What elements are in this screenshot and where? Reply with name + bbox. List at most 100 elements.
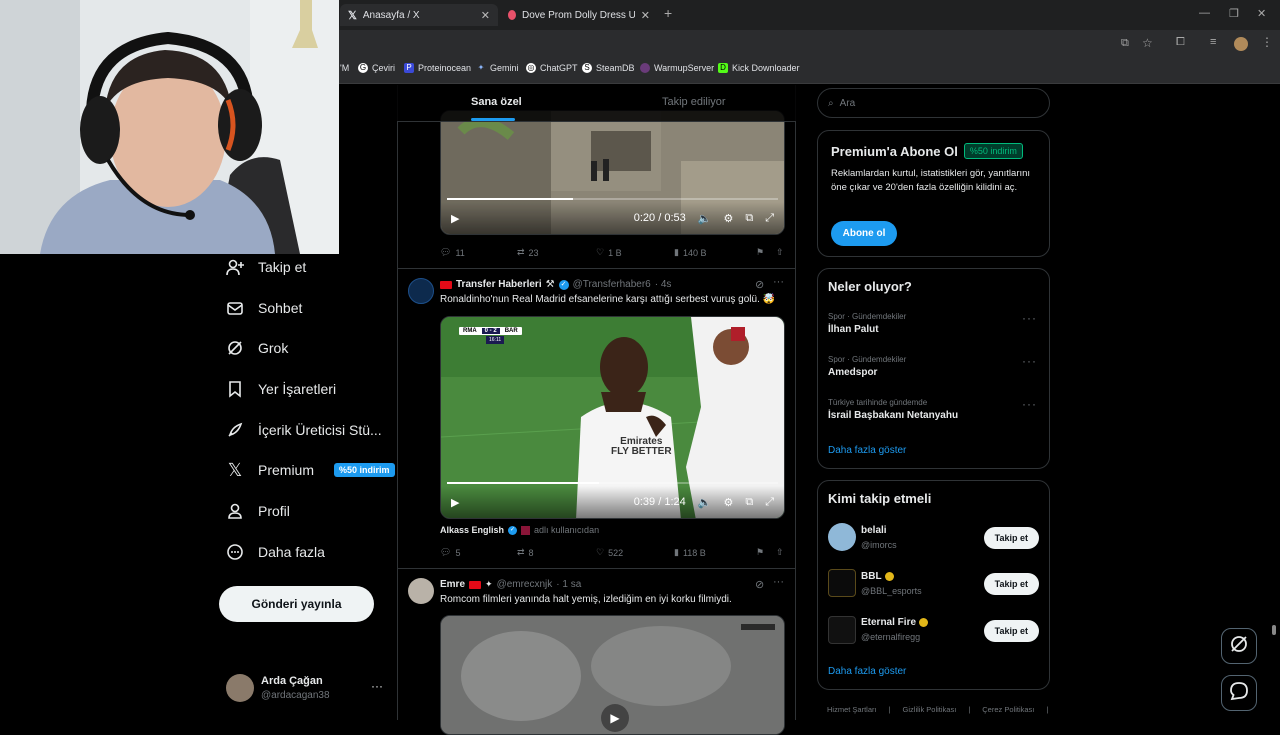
post-video[interactable]: RMA 0 - 2 BAR 16:11 Emirates FLY BETTER … — [440, 316, 785, 519]
restore-icon[interactable]: ❐ — [1229, 7, 1239, 20]
video-progress[interactable] — [447, 198, 778, 200]
video-progress[interactable] — [447, 482, 778, 484]
views-button[interactable]: ▮ 140 B — [674, 247, 756, 258]
reply-button[interactable]: 💬︎ 11 — [440, 247, 517, 258]
bookmark-item[interactable]: ◎ ChatGPT — [526, 63, 578, 73]
post-button[interactable]: Gönderi yayınla — [219, 586, 374, 622]
author-handle[interactable]: @Transferhaber6 — [573, 279, 651, 290]
settings-icon[interactable]: ⚙ — [723, 496, 733, 509]
more-dots-icon[interactable]: ··· — [1022, 311, 1037, 325]
close-window-icon[interactable]: ✕ — [1257, 7, 1266, 20]
nav-bookmarks[interactable]: Yer İşaretleri — [226, 380, 336, 398]
bookmark-item[interactable]: G Çeviri — [358, 63, 395, 73]
more-dots-icon[interactable]: ··· — [1022, 354, 1037, 368]
share-icon[interactable]: ⇧ — [776, 247, 784, 258]
bookmark-icon[interactable]: ⚑ — [756, 247, 776, 258]
bookmark-item[interactable]: P Proteinocean — [404, 63, 471, 73]
install-app-icon[interactable]: ⧉ — [1121, 37, 1129, 50]
avatar[interactable] — [408, 278, 434, 304]
fullscreen-icon[interactable]: ⤢ — [765, 496, 774, 509]
pip-icon[interactable]: ⧉ — [745, 212, 753, 225]
more-dots-icon[interactable]: ··· — [773, 576, 784, 588]
views-button[interactable]: ▮ 118 B — [674, 547, 756, 558]
trends-title: Neler oluyor? — [828, 279, 912, 294]
nav-more[interactable]: Daha fazla — [226, 543, 325, 561]
nav-chat[interactable]: Sohbet — [226, 299, 302, 317]
trend-item[interactable]: Spor · Gündemdekiler Amedspor — [828, 355, 1041, 378]
reading-list-icon[interactable]: ≡ — [1210, 36, 1216, 48]
browser-tab-x[interactable]: 𝕏 Anasayfa / X ✕ — [340, 4, 498, 26]
repost-button[interactable]: ⇄ 8 — [517, 547, 596, 558]
close-tab-icon[interactable]: ✕ — [481, 9, 490, 22]
grok-fab[interactable] — [1221, 628, 1257, 664]
extensions-icon[interactable]: ⧠ — [1176, 36, 1185, 49]
play-icon[interactable]: ▶ — [601, 704, 629, 732]
bookmark-item[interactable]: 'M — [340, 63, 349, 73]
repost-button[interactable]: ⇄ 23 — [517, 247, 596, 258]
post-video[interactable]: ▶ 0:20 / 0:53 🔈 ⚙ ⧉ ⤢ — [440, 110, 785, 235]
tab-following[interactable]: Takip ediliyor — [662, 96, 726, 108]
bookmark-item[interactable]: S SteamDB — [582, 63, 635, 73]
bookmark-item[interactable]: ✦ Gemini — [476, 63, 519, 73]
nav-premium[interactable]: 𝕏 Premium %50 indirim — [226, 460, 395, 480]
bookmark-icon[interactable]: ⚑ — [756, 547, 776, 558]
trend-item[interactable]: Türkiye tarihinde gündemde İsrail Başbak… — [828, 398, 1041, 421]
nav-follow[interactable]: Takip et — [226, 258, 306, 276]
play-icon[interactable]: ▶ — [451, 212, 459, 225]
share-icon[interactable]: ⇧ — [776, 547, 784, 558]
trend-item[interactable]: Spor · Gündemdekiler İlhan Palut — [828, 312, 1041, 335]
suggested-account[interactable]: belali @imorcs — [861, 525, 897, 550]
star-icon[interactable]: ☆ — [1142, 36, 1153, 50]
author-handle[interactable]: @emrecxnjk — [497, 579, 553, 590]
footer-link[interactable]: Hizmet Şartları — [827, 705, 877, 714]
post-video[interactable]: ▶ — [440, 615, 785, 735]
nav-profile[interactable]: Profil — [226, 502, 290, 520]
trends-show-more[interactable]: Daha fazla göster — [828, 445, 906, 456]
scrollbar-thumb[interactable] — [1272, 625, 1276, 635]
minimize-icon[interactable]: — — [1199, 7, 1210, 19]
close-tab-icon[interactable]: ✕ — [641, 9, 650, 22]
browser-tab-game[interactable]: Dove Prom Dolly Dress Up - Oy ✕ — [500, 4, 658, 26]
fullscreen-icon[interactable]: ⤢ — [765, 212, 774, 225]
more-dots-icon[interactable]: ··· — [371, 679, 383, 693]
nav-creator-studio[interactable]: İçerik Üreticisi Stü... — [226, 421, 382, 439]
search-input[interactable]: ⌕ Ara — [817, 88, 1050, 118]
reply-button[interactable]: 💬︎ 5 — [440, 547, 517, 558]
author-name[interactable]: Transfer Haberleri — [456, 279, 542, 290]
menu-kebab-icon[interactable]: ⋮ — [1261, 35, 1273, 49]
author-name[interactable]: Emre — [440, 579, 465, 590]
bookmark-item[interactable]: D Kick Downloader — [718, 63, 800, 73]
follow-button[interactable]: Takip et — [983, 620, 1039, 642]
account-switcher[interactable]: Arda Çağan @ardacagan38 ··· — [226, 673, 386, 705]
bookmark-item[interactable]: WarmupServer — [640, 63, 714, 73]
play-icon[interactable]: ▶ — [451, 496, 459, 509]
volume-icon[interactable]: 🔈 — [698, 212, 712, 225]
more-dots-icon[interactable]: ··· — [773, 276, 784, 288]
messages-fab[interactable] — [1221, 675, 1257, 711]
suggested-account[interactable]: BBL @BBL_esports — [861, 571, 922, 596]
subscribe-button[interactable]: Abone ol — [831, 221, 897, 246]
profile-avatar-icon[interactable] — [1234, 37, 1248, 51]
follow-button[interactable]: Takip et — [983, 527, 1039, 549]
avatar[interactable] — [828, 523, 856, 551]
follow-button[interactable]: Takip et — [983, 573, 1039, 595]
video-credit[interactable]: Alkass English ✓ adlı kullanıcıdan — [440, 525, 599, 535]
like-button[interactable]: ♡ 1 B — [596, 247, 674, 258]
suggested-account[interactable]: Eternal Fire @eternalfiregg — [861, 617, 929, 642]
avatar[interactable] — [828, 616, 856, 644]
grok-icon[interactable]: ⊘ — [755, 278, 764, 291]
who-to-follow-show-more[interactable]: Daha fazla göster — [828, 666, 906, 677]
avatar[interactable] — [828, 569, 856, 597]
like-button[interactable]: ♡ 522 — [596, 547, 674, 558]
volume-icon[interactable]: 🔈 — [698, 496, 712, 509]
grok-icon[interactable]: ⊘ — [755, 578, 764, 591]
footer-link[interactable]: Çerez Politikası — [982, 705, 1034, 714]
new-tab-button[interactable]: + — [664, 5, 672, 21]
nav-grok[interactable]: Grok — [226, 339, 288, 357]
footer-link[interactable]: Gizlilik Politikası — [903, 705, 957, 714]
tab-for-you[interactable]: Sana özel — [471, 96, 522, 108]
more-dots-icon[interactable]: ··· — [1022, 397, 1037, 411]
pip-icon[interactable]: ⧉ — [745, 496, 753, 509]
avatar[interactable] — [408, 578, 434, 604]
settings-icon[interactable]: ⚙ — [723, 212, 733, 225]
